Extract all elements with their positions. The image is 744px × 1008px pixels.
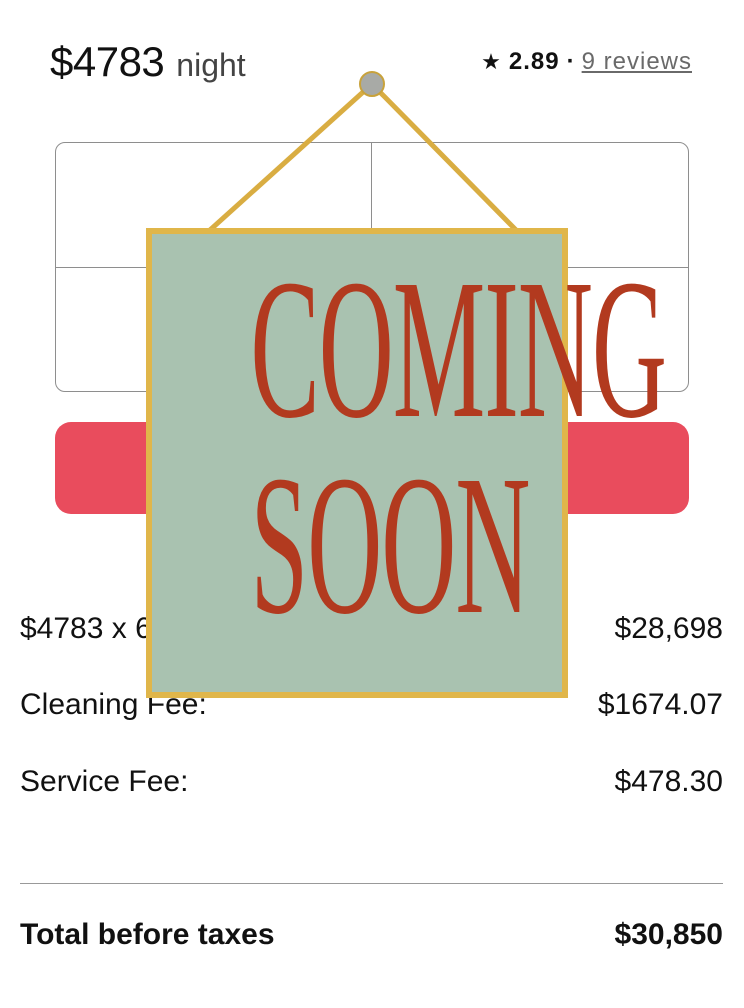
total-row: Total before taxes $30,850 bbox=[20, 918, 723, 952]
cleaning-fee-row: Cleaning Fee: $1674.07 bbox=[20, 688, 723, 722]
guests-field[interactable] bbox=[55, 267, 689, 392]
reserve-button[interactable] bbox=[55, 422, 689, 514]
rating-separator: · bbox=[566, 48, 575, 75]
price-per-night: $4783 night bbox=[50, 38, 246, 86]
date-guest-picker bbox=[55, 142, 689, 392]
reviews-link[interactable]: 9 reviews bbox=[582, 48, 692, 76]
check-in-field[interactable] bbox=[55, 142, 372, 268]
rating-value: 2.89 bbox=[508, 48, 560, 75]
total-value: $30,850 bbox=[614, 918, 723, 951]
check-out-field[interactable] bbox=[371, 142, 689, 268]
nightly-fee-value: $28,698 bbox=[614, 612, 723, 645]
nightly-fee-row: $4783 x 6 nights $28,698 bbox=[20, 612, 723, 646]
total-label: Total before taxes bbox=[20, 918, 275, 951]
rating-summary: ★ 2.89 · 9 reviews bbox=[481, 48, 692, 76]
booking-card: $4783 night ★ 2.89 · 9 reviews $4783 x 6… bbox=[0, 0, 744, 1008]
divider bbox=[20, 883, 723, 884]
cleaning-fee-value: $1674.07 bbox=[597, 688, 723, 721]
cleaning-fee-label: Cleaning Fee: bbox=[20, 688, 207, 721]
price-unit: night bbox=[176, 47, 246, 83]
service-fee-value: $478.30 bbox=[614, 765, 723, 798]
service-fee-label: Service Fee: bbox=[20, 765, 189, 798]
service-fee-row: Service Fee: $478.30 bbox=[20, 765, 723, 799]
star-icon: ★ bbox=[481, 49, 501, 74]
nightly-fee-label: $4783 x 6 nights bbox=[20, 612, 241, 645]
price-amount: $4783 bbox=[50, 38, 165, 85]
